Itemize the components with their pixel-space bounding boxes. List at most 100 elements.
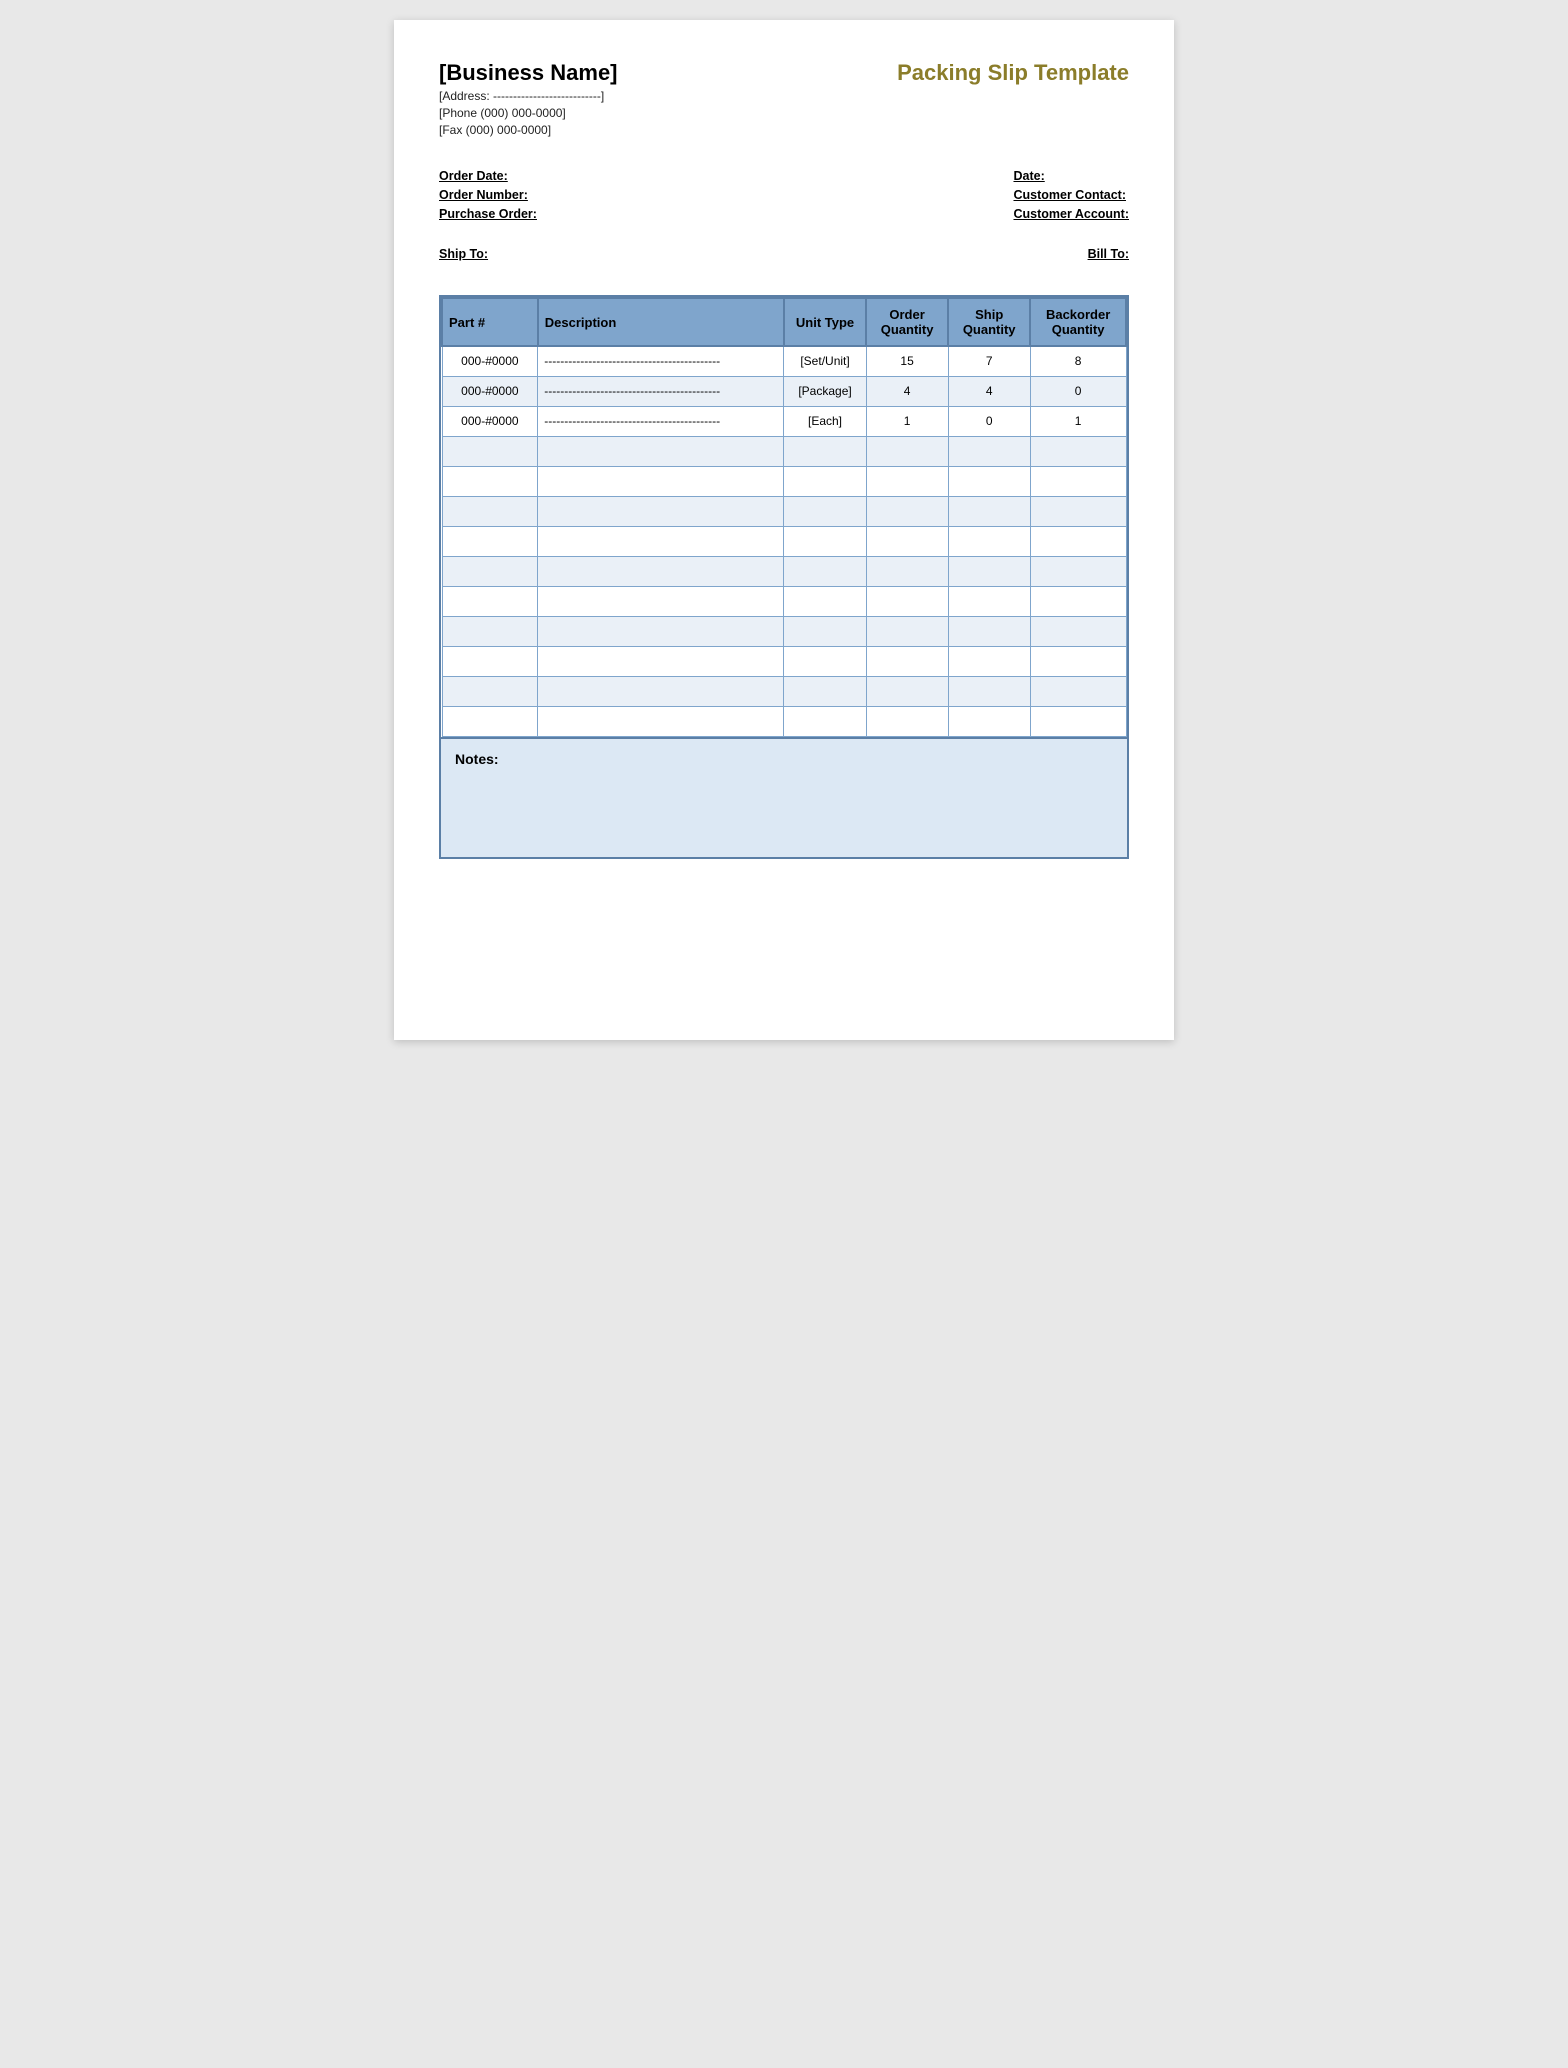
table-cell xyxy=(948,616,1030,646)
table-cell: 1 xyxy=(866,406,948,436)
table-cell: 4 xyxy=(948,376,1030,406)
table-row: 000-#0000-------------------------------… xyxy=(442,406,1126,436)
table-cell xyxy=(784,676,866,706)
table-cell xyxy=(538,586,784,616)
table-cell xyxy=(1030,556,1126,586)
bill-to-label: Bill To: xyxy=(1088,247,1129,261)
table-cell xyxy=(866,556,948,586)
col-part: Part # xyxy=(442,298,538,346)
table-cell xyxy=(948,556,1030,586)
table-cell xyxy=(538,556,784,586)
table-cell xyxy=(784,586,866,616)
table-cell xyxy=(948,526,1030,556)
col-order-qty: Order Quantity xyxy=(866,298,948,346)
table-cell xyxy=(866,586,948,616)
table-row xyxy=(442,646,1126,676)
table-cell: 000-#0000 xyxy=(442,346,538,376)
table-cell: [Set/Unit] xyxy=(784,346,866,376)
table-cell xyxy=(442,556,538,586)
table-row xyxy=(442,706,1126,736)
table-row xyxy=(442,496,1126,526)
table-cell: 15 xyxy=(866,346,948,376)
table-cell xyxy=(866,706,948,736)
table-cell xyxy=(1030,526,1126,556)
table-cell: ----------------------------------------… xyxy=(538,376,784,406)
table-cell: 4 xyxy=(866,376,948,406)
table-cell xyxy=(866,496,948,526)
notes-section: Notes: xyxy=(439,739,1129,859)
order-info-left: Order Date: Order Number: Purchase Order… xyxy=(439,169,537,221)
table-cell xyxy=(1030,676,1126,706)
col-unit-type: Unit Type xyxy=(784,298,866,346)
table-cell xyxy=(948,586,1030,616)
notes-label: Notes: xyxy=(455,751,499,767)
table-cell xyxy=(538,436,784,466)
table-cell xyxy=(442,676,538,706)
table-cell: [Each] xyxy=(784,406,866,436)
order-date-label: Order Date: xyxy=(439,169,537,183)
table-row xyxy=(442,526,1126,556)
table-cell xyxy=(866,646,948,676)
business-name: [Business Name] xyxy=(439,60,618,86)
table-cell xyxy=(442,586,538,616)
table-cell xyxy=(948,676,1030,706)
table-cell xyxy=(948,466,1030,496)
table-cell xyxy=(442,616,538,646)
table-cell xyxy=(784,706,866,736)
table-header: Part # Description Unit Type Order Quant… xyxy=(442,298,1126,346)
table-cell xyxy=(1030,616,1126,646)
table-cell xyxy=(1030,586,1126,616)
phone-line: [Phone (000) 000-0000] xyxy=(439,106,618,120)
table-cell xyxy=(1030,646,1126,676)
table-cell xyxy=(784,496,866,526)
table-cell xyxy=(442,646,538,676)
order-info-right: Date: Customer Contact: Customer Account… xyxy=(1013,169,1129,221)
table-cell xyxy=(866,466,948,496)
packing-slip-page: [Business Name] [Address: --------------… xyxy=(394,20,1174,1040)
purchase-order-label: Purchase Order: xyxy=(439,207,537,221)
page-title: Packing Slip Template xyxy=(897,60,1129,86)
table-cell xyxy=(538,466,784,496)
table-cell xyxy=(442,496,538,526)
table-cell: 8 xyxy=(1030,346,1126,376)
col-description: Description xyxy=(538,298,784,346)
table-cell xyxy=(784,616,866,646)
order-number-label: Order Number: xyxy=(439,188,537,202)
table-row: 000-#0000-------------------------------… xyxy=(442,346,1126,376)
customer-contact-label: Customer Contact: xyxy=(1013,188,1129,202)
table-cell: ----------------------------------------… xyxy=(538,346,784,376)
business-info: [Business Name] [Address: --------------… xyxy=(439,60,618,137)
header: [Business Name] [Address: --------------… xyxy=(439,60,1129,137)
table-cell xyxy=(866,616,948,646)
table-cell xyxy=(948,496,1030,526)
date-label: Date: xyxy=(1013,169,1129,183)
table-row xyxy=(442,616,1126,646)
table-cell xyxy=(784,646,866,676)
table-cell: 000-#0000 xyxy=(442,376,538,406)
table-cell xyxy=(538,646,784,676)
table-row xyxy=(442,436,1126,466)
table-cell: 1 xyxy=(1030,406,1126,436)
table-cell xyxy=(948,706,1030,736)
table-body: 000-#0000-------------------------------… xyxy=(442,346,1126,736)
table-cell: 000-#0000 xyxy=(442,406,538,436)
col-backorder-qty: Backorder Quantity xyxy=(1030,298,1126,346)
items-table-wrapper: Part # Description Unit Type Order Quant… xyxy=(439,295,1129,739)
table-cell xyxy=(442,436,538,466)
table-cell xyxy=(442,706,538,736)
ship-bill: Ship To: Bill To: xyxy=(439,245,1129,263)
table-cell: 7 xyxy=(948,346,1030,376)
table-cell xyxy=(1030,496,1126,526)
table-row xyxy=(442,586,1126,616)
table-cell xyxy=(784,556,866,586)
table-cell xyxy=(866,436,948,466)
table-cell xyxy=(538,616,784,646)
customer-account-label: Customer Account: xyxy=(1013,207,1129,221)
table-cell xyxy=(538,496,784,526)
table-cell xyxy=(784,526,866,556)
table-cell: ----------------------------------------… xyxy=(538,406,784,436)
table-cell xyxy=(784,466,866,496)
table-cell xyxy=(538,706,784,736)
col-ship-qty: Ship Quantity xyxy=(948,298,1030,346)
address-line: [Address: ---------------------------] xyxy=(439,89,618,103)
